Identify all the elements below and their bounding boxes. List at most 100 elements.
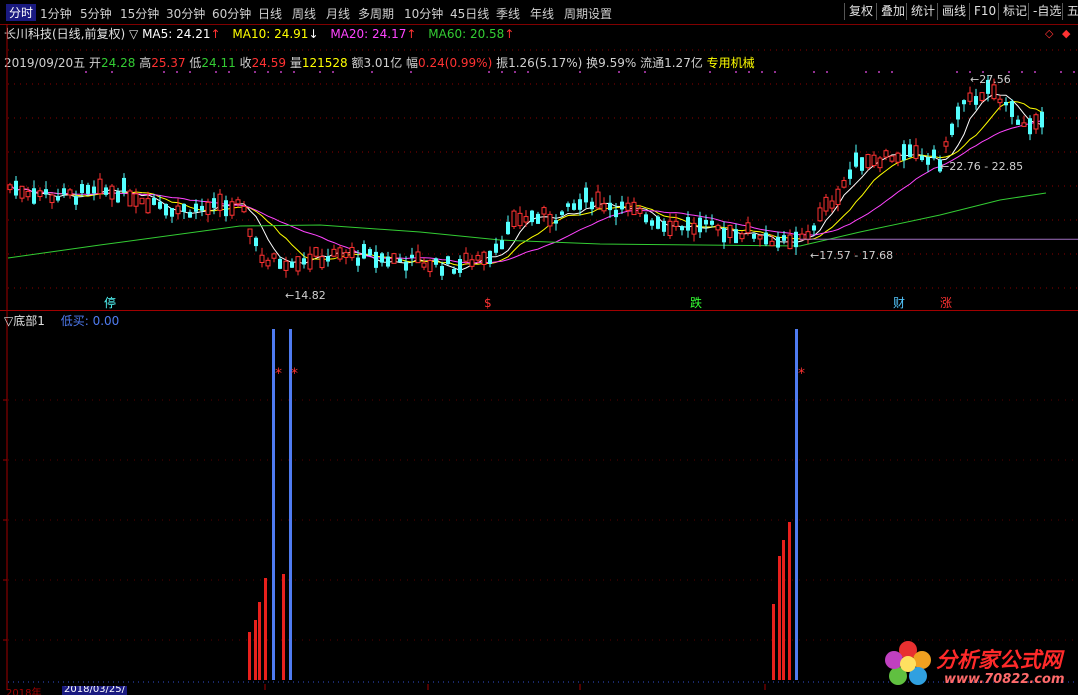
signal-dot: [618, 71, 620, 73]
candle-body: [7, 184, 13, 191]
candle-body: [979, 92, 985, 101]
ma20-line: [9, 120, 1043, 264]
candle-body: [500, 240, 504, 250]
candle-body: [536, 213, 540, 224]
candle-body: [829, 200, 835, 209]
signal-dot: [163, 71, 165, 73]
candle-body: [920, 155, 924, 161]
candle-body: [644, 214, 648, 223]
candle-body: [584, 187, 588, 203]
candle-body: [805, 231, 811, 240]
low-buy-value: 0.00: [92, 314, 120, 328]
candle-body: [991, 84, 997, 100]
candle-body: [752, 233, 756, 239]
candle-body: [188, 211, 192, 218]
candle-body: [757, 235, 763, 240]
candle-body: [1004, 101, 1008, 106]
candle-body: [902, 144, 906, 161]
candle-body: [133, 193, 139, 207]
candle-body: [152, 198, 156, 205]
signal-dot: [878, 71, 880, 73]
candle-body: [745, 222, 751, 234]
signal-dot: [332, 71, 334, 73]
candle-body: [926, 157, 930, 165]
candle-body: [319, 256, 325, 269]
candle-body: [488, 250, 492, 264]
signal-dot: [111, 71, 113, 73]
kline-chart[interactable]: ←14.82 ←27.56 ←17.57 - 17.68 ←22.76 - 22.85…: [0, 0, 1078, 695]
high-price-label: ←27.56: [970, 73, 1011, 86]
candle-body: [835, 188, 841, 206]
candle-body: [290, 261, 294, 268]
candle-body: [349, 246, 355, 259]
event-marker[interactable]: 跌: [690, 295, 702, 310]
candle-body: [302, 258, 306, 265]
candle-body: [710, 220, 714, 225]
signal-dot: [1021, 71, 1023, 73]
candle-body: [62, 188, 66, 195]
candle-body: [601, 203, 607, 212]
star-icon: *: [275, 366, 282, 382]
candle-body: [782, 235, 786, 241]
signal-dot: [748, 71, 750, 73]
candle-body: [943, 141, 949, 147]
candle-body: [356, 257, 360, 266]
candle-body: [511, 210, 517, 228]
event-marker[interactable]: $: [484, 296, 492, 310]
candle-body: [259, 254, 265, 263]
candle-body: [158, 201, 162, 209]
low-buy-label: 低买:: [60, 314, 89, 328]
candle-body: [469, 259, 475, 267]
candle-body: [673, 220, 679, 227]
candle-body: [283, 260, 289, 271]
candle-body: [217, 193, 223, 211]
candle-body: [494, 243, 498, 253]
candle-body: [56, 196, 60, 201]
candle-body: [404, 261, 408, 271]
pane-divider: [0, 310, 1078, 311]
candle-body: [421, 262, 427, 268]
signal-dot: [1034, 71, 1036, 73]
candle-body: [883, 150, 889, 158]
candle-body: [104, 187, 108, 195]
candle-body: [848, 169, 852, 179]
candle-body: [769, 240, 775, 247]
candle-body: [997, 98, 1003, 104]
candle-body: [590, 201, 594, 210]
signal-dot: [293, 71, 295, 73]
candle-body: [127, 190, 133, 207]
candle-body: [787, 234, 793, 250]
indicator-bar: [254, 620, 257, 680]
candle-body: [313, 247, 319, 257]
ma5-line: [9, 93, 1043, 271]
candle-body: [380, 253, 384, 263]
candle-body: [656, 216, 660, 229]
candle-body: [578, 199, 582, 210]
candle-body: [241, 205, 247, 213]
signal-dot: [215, 71, 217, 73]
candle-body: [764, 232, 768, 245]
candle-body: [956, 106, 960, 120]
signal-dot: [488, 71, 490, 73]
watermark-title: 分析家公式网: [936, 648, 1062, 672]
candle-body: [1021, 122, 1027, 127]
candle-body: [560, 211, 564, 215]
signal-dot: [826, 71, 828, 73]
candle-body: [386, 256, 390, 267]
indicator-bar: [258, 602, 261, 680]
candle-body: [1040, 111, 1044, 128]
indicator-bar: [778, 556, 781, 680]
collapse-triangle-icon[interactable]: ▽: [4, 314, 13, 328]
candle-body: [343, 252, 349, 258]
candle-body: [541, 207, 547, 215]
candle-body: [235, 199, 241, 205]
candle-body: [475, 254, 481, 261]
candle-body: [908, 144, 912, 157]
event-marker[interactable]: 停: [104, 295, 116, 310]
candle-body: [398, 258, 402, 262]
event-marker[interactable]: 财: [893, 296, 905, 310]
candle-body: [608, 202, 612, 211]
candle-body: [974, 96, 978, 105]
indicator-bar: [248, 632, 251, 680]
event-marker[interactable]: 涨: [940, 295, 952, 310]
